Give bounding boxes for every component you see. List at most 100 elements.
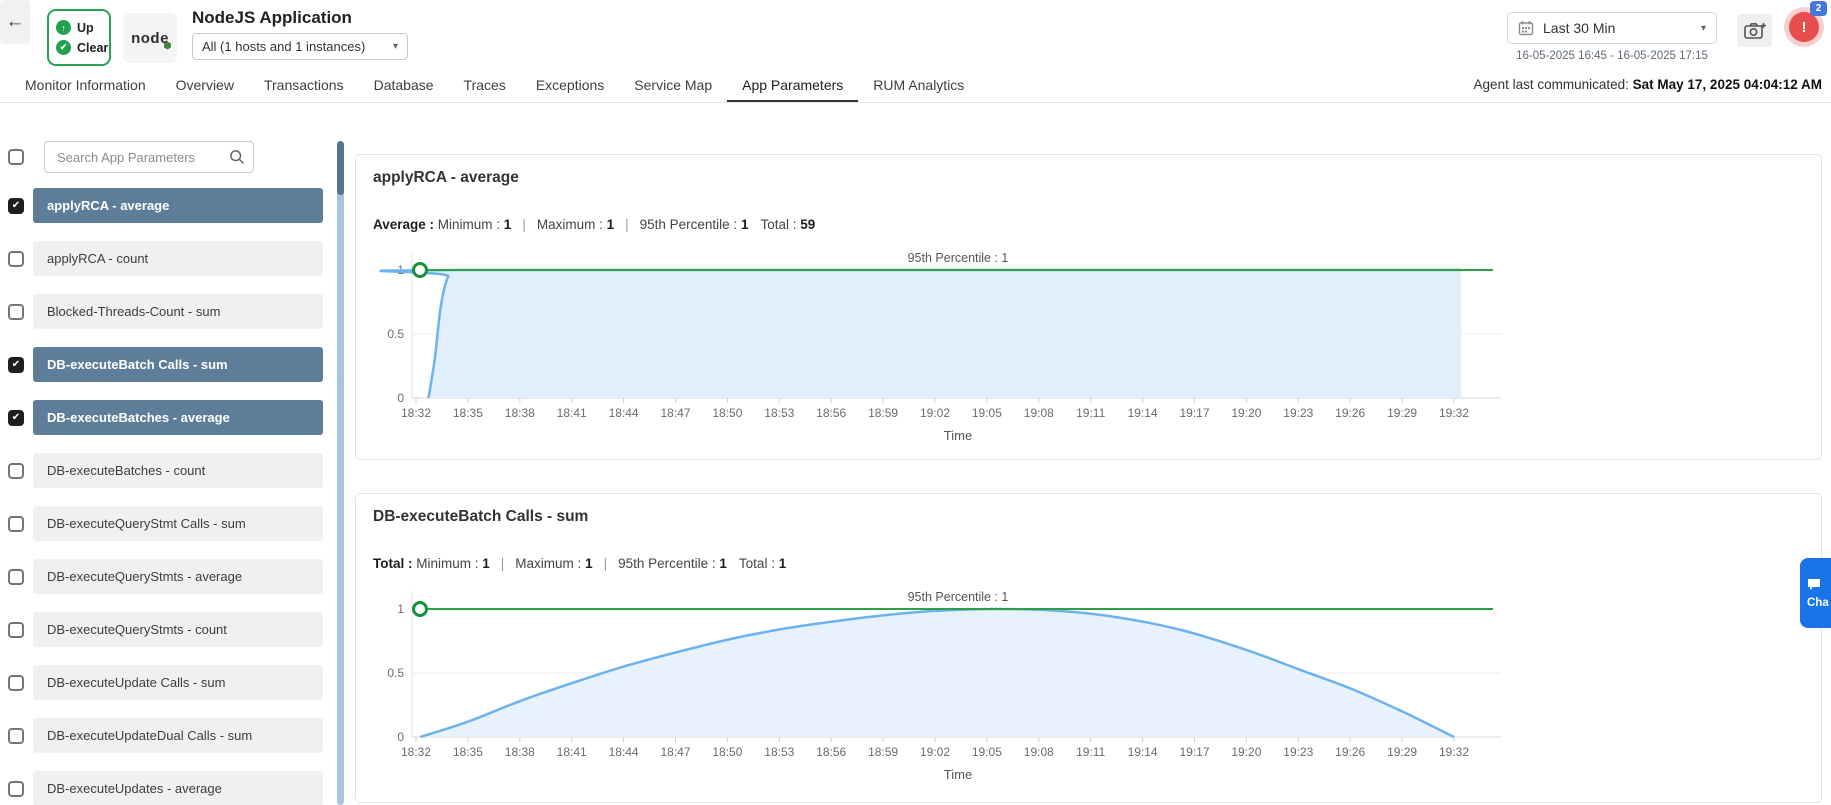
parameter-checkbox[interactable] xyxy=(8,621,24,638)
parameter-checkbox[interactable] xyxy=(8,515,24,532)
svg-text:18:35: 18:35 xyxy=(453,745,483,759)
host-instance-dropdown[interactable]: All (1 hosts and 1 instances) ▾ xyxy=(192,33,408,60)
parameter-label[interactable]: DB-executeUpdate Calls - sum xyxy=(33,665,323,700)
parameter-checkbox[interactable]: ✔ xyxy=(8,409,24,426)
alert-count-badge: 2 xyxy=(1810,1,1827,16)
back-button[interactable]: ← xyxy=(0,0,30,44)
time-range-value: Last 30 Min xyxy=(1543,20,1616,36)
svg-text:19:23: 19:23 xyxy=(1283,745,1313,759)
parameter-label[interactable]: DB-executeQueryStmts - average xyxy=(33,559,323,594)
alert-exclamation-icon: ! xyxy=(1801,18,1807,36)
parameter-label[interactable]: DB-executeBatches - count xyxy=(33,453,323,488)
search-box xyxy=(44,141,254,173)
parameter-row: applyRCA - count xyxy=(8,241,323,276)
svg-text:95th Percentile : 1: 95th Percentile : 1 xyxy=(908,590,1009,604)
chart-plot[interactable]: 00.5118:32 18:35 18:38 18:41 18:44 18:47 18:50… xyxy=(356,155,1821,459)
tab-app-parameters[interactable]: App Parameters xyxy=(727,70,859,103)
chevron-down-icon: ▾ xyxy=(1700,22,1706,34)
search-input[interactable] xyxy=(44,141,254,173)
parameter-label[interactable]: applyRCA - average xyxy=(33,188,323,223)
screenshot-button[interactable] xyxy=(1737,14,1772,47)
svg-text:18:44: 18:44 xyxy=(609,406,639,420)
status-clear-row: ✔ Clear xyxy=(56,40,109,55)
chart-plot[interactable]: 00.5118:32 18:35 18:38 18:41 18:44 18:47 18:50… xyxy=(356,494,1821,802)
tab-exceptions[interactable]: Exceptions xyxy=(521,70,619,103)
svg-text:18:47: 18:47 xyxy=(660,745,690,759)
tab-rum-analytics[interactable]: RUM Analytics xyxy=(858,70,979,103)
svg-text:18:50: 18:50 xyxy=(712,745,742,759)
svg-text:19:08: 19:08 xyxy=(1024,406,1054,420)
chat-button[interactable]: Cha xyxy=(1800,558,1831,628)
parameter-row: DB-executeQueryStmt Calls - sum xyxy=(8,506,323,541)
svg-text:18:50: 18:50 xyxy=(712,406,742,420)
chart-card-0: applyRCA - average Average : Minimum : 1… xyxy=(355,154,1822,460)
parameter-row: DB-executeUpdate Calls - sum xyxy=(8,665,323,700)
svg-text:18:38: 18:38 xyxy=(505,406,535,420)
parameter-row: DB-executeQueryStmts - count xyxy=(8,612,323,647)
check-icon: ✔ xyxy=(56,40,71,55)
parameter-checkbox[interactable] xyxy=(8,303,24,320)
svg-text:Time: Time xyxy=(944,767,972,782)
svg-text:19:11: 19:11 xyxy=(1076,745,1105,759)
parameter-checkbox[interactable] xyxy=(8,250,24,267)
svg-text:0.5: 0.5 xyxy=(387,327,404,341)
svg-text:18:35: 18:35 xyxy=(453,406,483,420)
parameter-list: ✔ applyRCA - average applyRCA - count Bl… xyxy=(8,188,323,805)
svg-text:19:11: 19:11 xyxy=(1076,406,1105,420)
tab-database[interactable]: Database xyxy=(359,70,449,103)
monitor-status-badge: ↑ Up ✔ Clear xyxy=(47,9,111,66)
tab-traces[interactable]: Traces xyxy=(449,70,521,103)
parameter-checkbox[interactable] xyxy=(8,568,24,585)
parameter-label[interactable]: DB-executeQueryStmt Calls - sum xyxy=(33,506,323,541)
parameter-checkbox[interactable] xyxy=(8,727,24,744)
svg-text:19:29: 19:29 xyxy=(1387,745,1417,759)
nodejs-logo-text: node xyxy=(131,30,171,50)
parameter-checkbox[interactable] xyxy=(8,462,24,479)
tab-transactions[interactable]: Transactions xyxy=(249,70,359,103)
svg-text:19:14: 19:14 xyxy=(1128,745,1158,759)
svg-text:95th Percentile : 1: 95th Percentile : 1 xyxy=(908,251,1009,265)
svg-text:18:38: 18:38 xyxy=(505,745,535,759)
parameter-checkbox[interactable]: ✔ xyxy=(8,197,24,214)
parameter-label[interactable]: DB-executeQueryStmts - count xyxy=(33,612,323,647)
svg-text:19:32: 19:32 xyxy=(1439,745,1469,759)
parameter-label[interactable]: Blocked-Threads-Count - sum xyxy=(33,294,323,329)
tab-monitor-information[interactable]: Monitor Information xyxy=(10,70,161,103)
svg-text:19:29: 19:29 xyxy=(1387,406,1417,420)
sidebar-scrollbar-thumb[interactable] xyxy=(337,141,344,195)
svg-text:19:14: 19:14 xyxy=(1128,406,1158,420)
svg-text:19:23: 19:23 xyxy=(1283,406,1313,420)
camera-plus-icon xyxy=(1743,22,1766,39)
svg-text:18:47: 18:47 xyxy=(660,406,690,420)
parameter-checkbox[interactable] xyxy=(8,674,24,691)
parameter-checkbox[interactable] xyxy=(8,780,24,797)
parameter-label[interactable]: DB-executeUpdateDual Calls - sum xyxy=(33,718,323,753)
parameter-checkbox[interactable]: ✔ xyxy=(8,356,24,373)
parameter-row: DB-executeQueryStmts - average xyxy=(8,559,323,594)
svg-text:0: 0 xyxy=(397,391,404,405)
alerts-button[interactable]: ! xyxy=(1789,12,1819,42)
tab-service-map[interactable]: Service Map xyxy=(619,70,727,103)
svg-text:19:05: 19:05 xyxy=(972,406,1002,420)
svg-text:19:26: 19:26 xyxy=(1335,745,1365,759)
svg-text:Time: Time xyxy=(944,428,972,443)
parameter-label[interactable]: applyRCA - count xyxy=(33,241,323,276)
parameter-label[interactable]: DB-executeBatch Calls - sum xyxy=(33,347,323,382)
chat-button-label: Cha xyxy=(1807,596,1829,609)
svg-text:18:41: 18:41 xyxy=(557,745,587,759)
time-range-dropdown[interactable]: Last 30 Min ▾ xyxy=(1507,12,1717,44)
parameter-label[interactable]: DB-executeBatches - average xyxy=(33,400,323,435)
svg-text:18:53: 18:53 xyxy=(764,745,794,759)
parameter-row: ✔ applyRCA - average xyxy=(8,188,323,223)
back-arrow-icon: ← xyxy=(5,11,25,32)
svg-text:19:32: 19:32 xyxy=(1439,406,1469,420)
svg-text:0.5: 0.5 xyxy=(387,666,404,680)
calendar-icon xyxy=(1518,21,1534,36)
parameter-label[interactable]: DB-executeUpdates - average xyxy=(33,771,323,805)
chat-bubble-icon xyxy=(1808,578,1820,590)
svg-text:18:32: 18:32 xyxy=(401,406,431,420)
tab-overview[interactable]: Overview xyxy=(161,70,249,103)
search-icon[interactable] xyxy=(229,149,245,165)
select-all-checkbox[interactable] xyxy=(8,149,24,165)
svg-text:1: 1 xyxy=(397,602,404,616)
